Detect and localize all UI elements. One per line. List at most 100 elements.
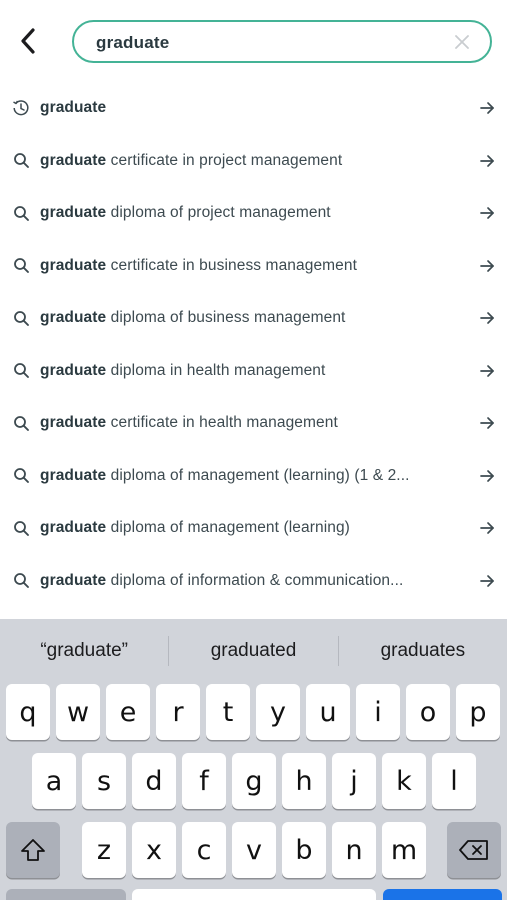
- numbers-key[interactable]: [6, 889, 126, 900]
- arrow-right-icon[interactable]: [477, 256, 497, 276]
- search-icon: [10, 150, 32, 172]
- search-input[interactable]: graduate: [72, 20, 492, 63]
- suggestion-row[interactable]: graduate diploma in health management: [0, 345, 507, 398]
- suggestion-text: graduate certificate in business managem…: [40, 257, 437, 275]
- suggestion-text: graduate diploma of management (learning…: [40, 467, 437, 485]
- suggestion-text: graduate diploma of information & commun…: [40, 572, 437, 590]
- suggestion-row[interactable]: graduate diploma of management (learning…: [0, 502, 507, 555]
- suggestion-text: graduate diploma of management (learning…: [40, 519, 437, 537]
- arrow-right-icon[interactable]: [477, 571, 497, 591]
- suggestion-row[interactable]: graduate diploma of business management: [0, 292, 507, 345]
- key-f[interactable]: f: [182, 753, 226, 809]
- prediction-graduated[interactable]: graduated: [169, 640, 337, 662]
- backspace-icon: [459, 840, 488, 860]
- arrow-right-icon[interactable]: [477, 308, 497, 328]
- suggestion-match: graduate: [40, 151, 107, 169]
- arrow-right-icon[interactable]: [477, 361, 497, 381]
- key-n[interactable]: n: [332, 822, 376, 878]
- suggestion-text: graduate certificate in project manageme…: [40, 152, 437, 170]
- arrow-right-icon[interactable]: [477, 518, 497, 538]
- arrow-right-icon[interactable]: [477, 151, 497, 171]
- key-q[interactable]: q: [6, 684, 50, 740]
- prediction-quoted[interactable]: “graduate”: [0, 640, 168, 662]
- search-icon: [10, 307, 32, 329]
- go-key[interactable]: [383, 889, 502, 900]
- key-d[interactable]: d: [132, 753, 176, 809]
- key-a[interactable]: a: [32, 753, 76, 809]
- key-t[interactable]: t: [206, 684, 250, 740]
- key-j[interactable]: j: [332, 753, 376, 809]
- prediction-graduates[interactable]: graduates: [339, 640, 507, 662]
- suggestion-rest: certificate in health management: [106, 414, 338, 432]
- search-icon: [10, 465, 32, 487]
- clear-search-button[interactable]: [452, 32, 472, 52]
- suggestion-rest: diploma of business management: [106, 309, 346, 327]
- key-v[interactable]: v: [232, 822, 276, 878]
- suggestion-row[interactable]: graduate diploma of management (learning…: [0, 450, 507, 503]
- key-e[interactable]: e: [106, 684, 150, 740]
- suggestion-match: graduate: [40, 361, 107, 379]
- suggestion-rest: certificate in business management: [106, 256, 358, 274]
- suggestion-match: graduate: [40, 519, 107, 537]
- search-input-value[interactable]: graduate: [96, 33, 169, 53]
- suggestion-rest: diploma of management (learning): [106, 519, 350, 537]
- key-z[interactable]: z: [82, 822, 126, 878]
- key-u[interactable]: u: [306, 684, 350, 740]
- key-w[interactable]: w: [56, 684, 100, 740]
- suggestion-text: graduate diploma of project management: [40, 204, 437, 222]
- suggestion-text: graduate certificate in health managemen…: [40, 414, 437, 432]
- key-m[interactable]: m: [382, 822, 426, 878]
- key-g[interactable]: g: [232, 753, 276, 809]
- delete-key[interactable]: [447, 822, 501, 878]
- suggestion-text: graduate diploma of business management: [40, 309, 437, 327]
- suggestion-rest: diploma of project management: [106, 204, 331, 222]
- key-h[interactable]: h: [282, 753, 326, 809]
- key-l[interactable]: l: [432, 753, 476, 809]
- suggestion-row[interactable]: graduate diploma of project management: [0, 187, 507, 240]
- suggestion-rest: certificate in project management: [106, 151, 343, 169]
- suggestion-match: graduate: [40, 466, 107, 484]
- search-icon: [10, 255, 32, 277]
- suggestion-match: graduate: [40, 256, 107, 274]
- key-y[interactable]: y: [256, 684, 300, 740]
- shift-key[interactable]: [6, 822, 60, 878]
- key-p[interactable]: p: [456, 684, 500, 740]
- key-o[interactable]: o: [406, 684, 450, 740]
- key-r[interactable]: r: [156, 684, 200, 740]
- key-i[interactable]: i: [356, 684, 400, 740]
- suggestion-row[interactable]: graduate certificate in project manageme…: [0, 135, 507, 188]
- search-icon: [10, 517, 32, 539]
- suggestion-match: graduate: [40, 99, 107, 117]
- close-icon: [455, 35, 469, 49]
- suggestion-row[interactable]: graduate certificate in health managemen…: [0, 397, 507, 450]
- suggestion-text: graduate: [40, 99, 437, 117]
- search-header: graduate: [0, 0, 507, 82]
- arrow-right-icon[interactable]: [477, 466, 497, 486]
- suggestion-row[interactable]: graduate certificate in business managem…: [0, 240, 507, 293]
- key-x[interactable]: x: [132, 822, 176, 878]
- suggestion-rest: diploma of information & communication..…: [106, 571, 404, 589]
- key-s[interactable]: s: [82, 753, 126, 809]
- suggestion-match: graduate: [40, 204, 107, 222]
- search-icon: [10, 360, 32, 382]
- arrow-right-icon[interactable]: [477, 413, 497, 433]
- search-icon: [10, 202, 32, 224]
- space-key[interactable]: [132, 889, 376, 900]
- search-icon: [10, 412, 32, 434]
- suggestion-match: graduate: [40, 571, 107, 589]
- chevron-left-icon: [21, 28, 35, 54]
- key-k[interactable]: k: [382, 753, 426, 809]
- back-button[interactable]: [10, 22, 46, 60]
- arrow-right-icon[interactable]: [477, 98, 497, 118]
- suggestion-rest: diploma in health management: [106, 361, 326, 379]
- search-icon: [10, 570, 32, 592]
- suggestion-list: graduate graduate certificate in project …: [0, 82, 507, 607]
- key-b[interactable]: b: [282, 822, 326, 878]
- suggestion-row[interactable]: graduate diploma of information & commun…: [0, 555, 507, 608]
- key-c[interactable]: c: [182, 822, 226, 878]
- suggestion-match: graduate: [40, 414, 107, 432]
- suggestion-match: graduate: [40, 309, 107, 327]
- suggestion-row[interactable]: graduate: [0, 82, 507, 135]
- shift-icon: [21, 839, 45, 861]
- arrow-right-icon[interactable]: [477, 203, 497, 223]
